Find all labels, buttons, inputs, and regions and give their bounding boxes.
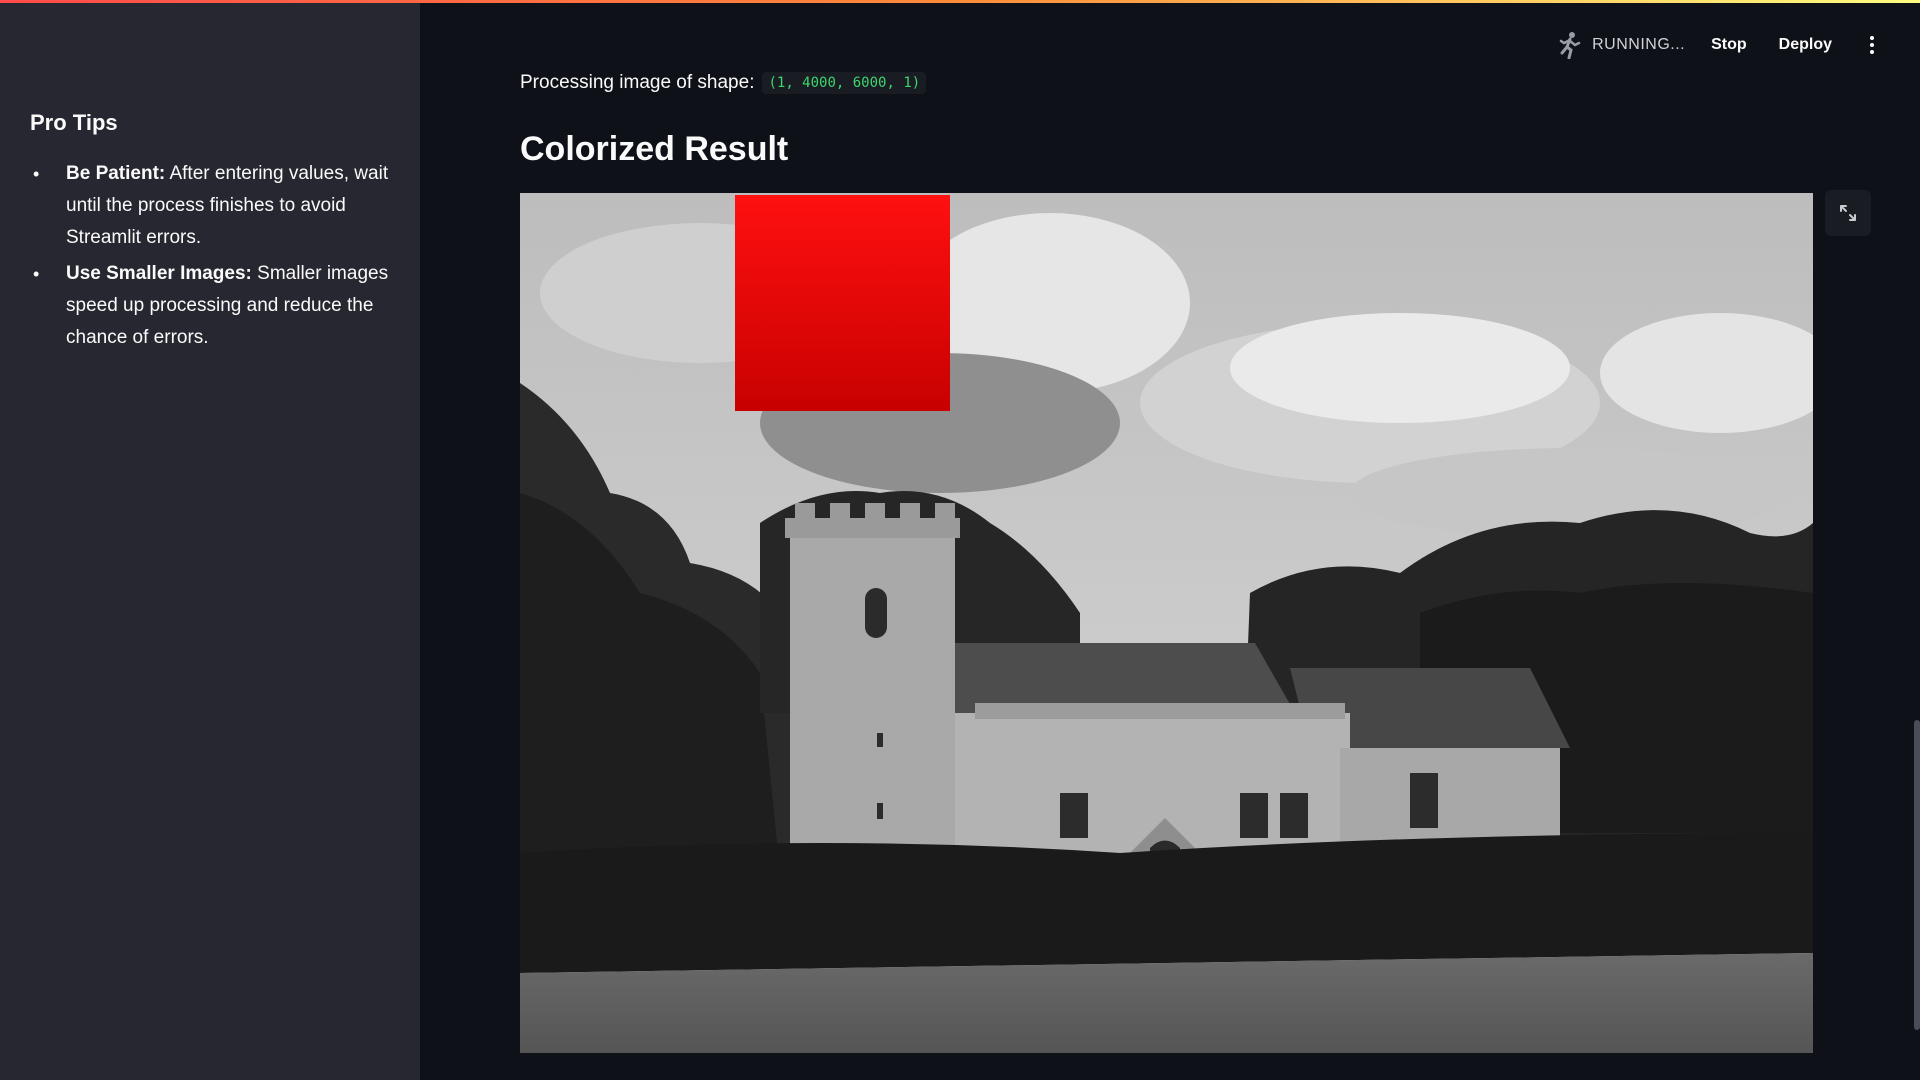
page-scrollbar[interactable]: [1914, 720, 1920, 1030]
red-overlay-square: [735, 195, 950, 411]
church-photo: [520, 193, 1813, 1053]
result-title: Colorized Result: [520, 130, 789, 168]
shape-label: Processing image of shape:: [520, 72, 755, 93]
running-status: RUNNING...: [1558, 31, 1685, 59]
tips-list: • Be Patient: After entering values, wai…: [30, 158, 390, 354]
fullscreen-expand-icon[interactable]: [1825, 190, 1871, 236]
sidebar: Pro Tips • Be Patient: After entering va…: [0, 0, 420, 1080]
deploy-button[interactable]: Deploy: [1779, 36, 1832, 54]
stop-button[interactable]: Stop: [1711, 36, 1747, 54]
bullet-icon: •: [33, 164, 40, 184]
header-toolbar: RUNNING... Stop Deploy: [1558, 28, 1880, 62]
tip-bold: Be Patient:: [66, 163, 166, 184]
top-decoration-bar: [0, 0, 1920, 3]
shape-info: Processing image of shape: (1, 4000, 600…: [520, 72, 927, 94]
tip-bold: Use Smaller Images:: [66, 263, 252, 284]
vertical-dots-icon[interactable]: [1864, 32, 1880, 58]
tip-item: • Be Patient: After entering values, wai…: [30, 158, 390, 254]
bullet-icon: •: [33, 264, 40, 284]
sidebar-title: Pro Tips: [30, 110, 118, 135]
tip-item: • Use Smaller Images: Smaller images spe…: [30, 258, 390, 354]
shape-value: (1, 4000, 6000, 1): [762, 72, 927, 94]
colorized-image: [520, 193, 1813, 1053]
status-label: RUNNING...: [1592, 36, 1686, 53]
running-man-icon: [1559, 32, 1581, 59]
